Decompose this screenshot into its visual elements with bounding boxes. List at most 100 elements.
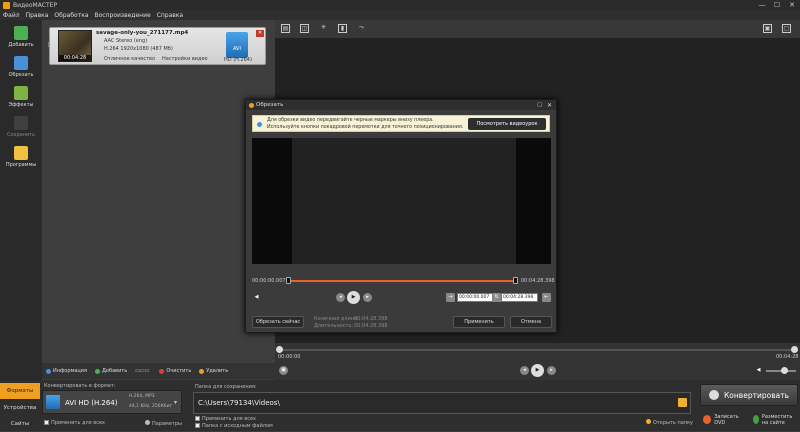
menu-help[interactable]: Справка: [157, 12, 183, 19]
view-toggle[interactable]: ▭▭▭: [135, 368, 149, 374]
apply-all-path-label: Применить для всех: [202, 416, 256, 422]
add-label: Добавить: [102, 368, 128, 374]
speed-icon[interactable]: ▮: [338, 24, 347, 33]
player-end-knob[interactable]: [791, 346, 798, 353]
apply-all-label: Применить для всех: [51, 420, 105, 426]
add-button[interactable]: Добавить: [95, 368, 127, 374]
dialog-volume-icon[interactable]: ◀: [252, 293, 261, 302]
info-button[interactable]: Информация: [46, 368, 87, 374]
info-icon: [257, 122, 262, 127]
volume-knob[interactable]: [780, 367, 788, 374]
menu-file[interactable]: Файл: [3, 12, 20, 19]
close-window-button[interactable]: ✕: [785, 0, 799, 10]
remove-file-icon[interactable]: ✕: [256, 30, 264, 37]
menu-process[interactable]: Обработка: [54, 12, 88, 19]
burn-dvd-button[interactable]: Записать DVD: [700, 409, 748, 430]
sidebar-item-effects[interactable]: Эффекты: [2, 82, 40, 112]
next-frame-button[interactable]: ▸: [547, 366, 556, 375]
play-button[interactable]: ▶: [531, 364, 544, 377]
dialog-prev-frame-button[interactable]: ◂: [336, 293, 345, 302]
apply-all-path-checkbox[interactable]: [195, 416, 200, 421]
dialog-play-button[interactable]: ▶: [347, 291, 360, 304]
upload-icon: [753, 415, 759, 424]
params-button[interactable]: Параметры: [145, 420, 182, 427]
run-icon[interactable]: ⤳: [357, 24, 366, 33]
cancel-button[interactable]: Отмена: [510, 316, 552, 328]
video-settings-link[interactable]: Настройки видео: [162, 56, 208, 62]
minimize-button[interactable]: —: [755, 0, 769, 10]
save-path-field[interactable]: C:\Users\79134\Videos\: [193, 392, 691, 414]
source-folder-option[interactable]: Папка с исходным файлом: [195, 423, 273, 429]
brightness-icon[interactable]: ✳: [319, 24, 328, 33]
programs-icon: [14, 146, 28, 160]
player-seek-knob[interactable]: [276, 346, 283, 353]
player-time-end: 00:04:28: [776, 354, 799, 360]
film-icon[interactable]: ▤: [281, 24, 290, 33]
set-end-button[interactable]: ⇤: [542, 293, 551, 302]
trim-end-input[interactable]: 00:04:28.398: [501, 293, 538, 302]
volume-icon[interactable]: ◀: [754, 366, 763, 375]
source-folder-checkbox[interactable]: [195, 423, 200, 428]
watch-tutorial-button[interactable]: Посмотреть видеоурок: [468, 118, 546, 130]
apply-all-path[interactable]: Применить для всех: [195, 416, 256, 422]
sidebar-label: Добавить: [8, 42, 34, 48]
quality-label[interactable]: Отличное качество: [104, 56, 155, 62]
file-item[interactable]: 00:04:28 savage-only-you_271177.mp4 AAC …: [49, 27, 266, 65]
save-path-value: C:\Users\79134\Videos\: [198, 399, 280, 407]
video-thumbnail: 00:04:28: [58, 30, 92, 62]
trim-icon: [14, 56, 28, 70]
gear-icon: [145, 420, 150, 425]
target-format-badge[interactable]: AVI: [226, 32, 248, 58]
sidebar-label: Обрезать: [8, 72, 34, 78]
final-length-value: 00:04:28.398: [354, 316, 388, 322]
convert-button[interactable]: Конвертировать: [700, 384, 798, 406]
params-label: Параметры: [152, 421, 182, 427]
tab-sites[interactable]: Сайты: [0, 416, 40, 432]
open-folder-button[interactable]: Открыть папку: [646, 419, 693, 426]
sidebar-item-save[interactable]: Сохранить: [2, 112, 40, 142]
sidebar-item-programs[interactable]: Программы: [2, 142, 40, 172]
folder-icon[interactable]: [678, 398, 687, 407]
sidebar-item-trim[interactable]: Обрезать: [2, 52, 40, 82]
snapshot-button[interactable]: ▣: [279, 366, 288, 375]
trim-dialog: Обрезать □ ✕ Для обрезки видео передвига…: [245, 99, 557, 333]
snapshot-icon[interactable]: ▣: [763, 24, 772, 33]
sidebar-item-add[interactable]: Добавить: [2, 22, 40, 52]
convert-format-label: Конвертировать в формат:: [44, 383, 116, 389]
dialog-video-preview: [252, 138, 551, 264]
start-stepper[interactable]: ⇅: [492, 293, 501, 302]
source-length-label: Длительность:: [314, 323, 354, 329]
tab-formats[interactable]: Форматы: [0, 383, 40, 399]
dialog-video-frame: [292, 138, 516, 264]
crop-icon[interactable]: ◫: [300, 24, 309, 33]
dialog-maximize-icon[interactable]: □: [537, 102, 542, 108]
upload-site-button[interactable]: Разместить на сайте: [750, 409, 798, 430]
trim-time-end: 00:04:28.398: [521, 278, 555, 284]
trim-start-input[interactable]: 00:00:00.007: [457, 293, 494, 302]
fullscreen-icon[interactable]: ▢: [782, 24, 791, 33]
file-name: savage-only-you_271177.mp4: [96, 30, 189, 36]
apply-all-format[interactable]: Применить для всех: [44, 420, 105, 426]
format-detail-2: 44,1 KHz, 256Кбит: [129, 404, 173, 409]
prev-frame-button[interactable]: ◂: [520, 366, 529, 375]
tab-devices[interactable]: Устройства: [0, 400, 40, 416]
trim-end-marker[interactable]: [513, 277, 518, 284]
delete-button[interactable]: Удалить: [199, 368, 228, 374]
apply-button[interactable]: Применить: [453, 316, 505, 328]
clear-button[interactable]: Очистить: [159, 368, 191, 374]
menu-playback[interactable]: Воспроизведение: [95, 12, 151, 19]
source-length-value: 00:04:28.398: [354, 323, 388, 329]
player-seek-track[interactable]: [279, 349, 795, 351]
set-start-button[interactable]: ⇥: [446, 293, 455, 302]
apply-all-checkbox[interactable]: [44, 420, 49, 425]
dialog-next-frame-button[interactable]: ▸: [363, 293, 372, 302]
trim-start-marker[interactable]: [286, 277, 291, 284]
add-icon: [95, 368, 101, 374]
open-folder-label: Открыть папку: [653, 420, 694, 426]
menu-edit[interactable]: Правка: [26, 12, 49, 19]
audio-info: AAC Stereo (eng): [104, 38, 148, 44]
trim-now-button[interactable]: Обрезать сейчас: [252, 316, 304, 328]
dialog-close-icon[interactable]: ✕: [547, 102, 552, 109]
maximize-button[interactable]: ☐: [770, 0, 784, 10]
format-selector[interactable]: AVI HD (H.264) H.264, MP3 44,1 KHz, 256К…: [42, 390, 182, 414]
